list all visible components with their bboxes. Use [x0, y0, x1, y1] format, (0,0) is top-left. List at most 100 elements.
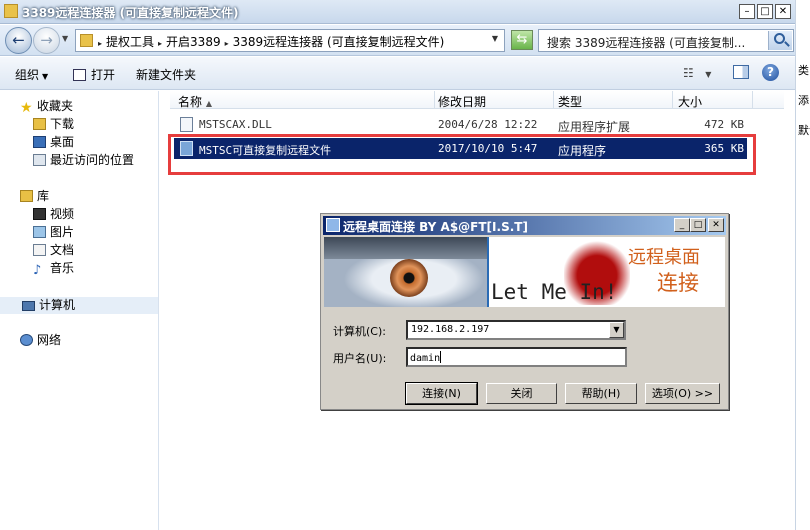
close-dialog-button[interactable]: 关闭 [486, 383, 557, 404]
recent-pages-dropdown[interactable]: ▼ [62, 34, 68, 43]
dialog-title: 远程桌面连接 BY A$@FT[I.S.T] [343, 220, 528, 234]
column-headers: 名称 ▲ 修改日期 类型 大小 [170, 91, 784, 109]
star-icon: ★ [20, 100, 33, 116]
breadcrumb-item[interactable]: 开启3389 [166, 35, 221, 49]
views-button[interactable]: ☷ ▼ [683, 66, 711, 80]
nav-item-label: 视频 [50, 207, 75, 221]
nav-favorites[interactable]: ★ 收藏夹 [20, 98, 74, 116]
banner-title-line1: 远程桌面 [628, 247, 700, 268]
nav-item-label: 桌面 [50, 135, 75, 149]
computer-icon [22, 299, 35, 311]
breadcrumb-item[interactable]: 提权工具 [106, 35, 154, 49]
banner-title-line2: 连接 [657, 271, 699, 295]
dialog-banner: Let Me In! 远程桌面 连接 [324, 237, 725, 307]
background-window-edge: 类 添 默认 [795, 0, 810, 530]
background-text: 默认 [798, 124, 810, 137]
computer-value: 192.168.2.197 [411, 324, 490, 335]
folder-icon [4, 4, 18, 18]
connect-button[interactable]: 连接(N) [405, 382, 478, 405]
username-label: 用户名(U): [333, 352, 387, 365]
nav-item-label: 音乐 [50, 261, 75, 275]
nav-item-desktop[interactable]: 桌面 [33, 134, 74, 151]
chevron-down-icon[interactable]: ▼ [609, 322, 624, 338]
nav-item-downloads[interactable]: 下载 [33, 116, 74, 133]
nav-computer-label: 计算机 [39, 298, 76, 312]
options-button[interactable]: 选项(O) >> [645, 383, 720, 404]
help-dialog-button[interactable]: 帮助(H) [565, 383, 637, 404]
nav-libraries[interactable]: 库 [20, 188, 49, 205]
nav-computer[interactable]: 计算机 [0, 297, 158, 314]
dialog-close-button[interactable]: ✕ [708, 218, 724, 232]
nav-item-recent[interactable]: 最近访问的位置 [33, 152, 134, 169]
column-name-label: 名称 [178, 95, 203, 109]
preview-pane-button[interactable] [733, 65, 749, 79]
search-button[interactable] [768, 31, 792, 50]
refresh-icon: ⇆ [516, 32, 528, 47]
organize-label: 组织 [15, 68, 40, 82]
text-caret [440, 351, 442, 363]
nav-network[interactable]: 网络 [20, 332, 61, 349]
username-value: damin [410, 353, 441, 364]
breadcrumb-separator: ▸ [98, 39, 103, 48]
column-divider[interactable] [553, 91, 554, 109]
file-size: 472 KB [704, 118, 744, 131]
username-input[interactable]: damin [406, 347, 627, 367]
back-button[interactable]: ← [5, 27, 32, 54]
help-button[interactable]: ? [762, 64, 779, 81]
search-placeholder: 搜索 3389远程连接器 (可直接复制... [547, 36, 746, 50]
address-dropdown-icon[interactable]: ▼ [492, 34, 498, 43]
nav-item-videos[interactable]: 视频 [33, 206, 74, 223]
open-button[interactable]: 打开 [73, 66, 115, 83]
chevron-down-icon: ▼ [705, 70, 712, 79]
column-type-header[interactable]: 类型 [558, 93, 582, 110]
dll-file-icon [180, 117, 193, 132]
new-folder-button[interactable]: 新建文件夹 [136, 66, 196, 83]
column-size-header[interactable]: 大小 [678, 93, 702, 110]
column-modified-header[interactable]: 修改日期 [438, 93, 486, 110]
nav-item-music[interactable]: ♪ 音乐 [33, 260, 75, 278]
column-divider[interactable] [434, 91, 435, 109]
folder-icon [80, 34, 93, 47]
back-arrow-icon: ← [12, 31, 25, 49]
computer-combobox[interactable]: 192.168.2.197 ▼ [406, 320, 626, 340]
forward-arrow-icon: → [40, 31, 53, 49]
search-input[interactable]: 搜索 3389远程连接器 (可直接复制... [538, 29, 794, 52]
eye-image [324, 237, 487, 307]
dialog-maximize-button[interactable]: □ [690, 218, 706, 232]
nav-network-label: 网络 [37, 333, 62, 347]
network-icon [20, 334, 33, 346]
refresh-button[interactable]: ⇆ [511, 30, 533, 50]
computer-label: 计算机(C): [333, 325, 386, 338]
breadcrumb-separator: ▸ [224, 39, 229, 48]
nav-item-documents[interactable]: 文档 [33, 242, 74, 259]
help-icon: ? [767, 65, 774, 79]
dialog-title-bar: 远程桌面连接 BY A$@FT[I.S.T] _ □ ✕ [323, 216, 726, 235]
file-name: MSTSCAX.DLL [199, 118, 272, 131]
column-divider[interactable] [672, 91, 673, 109]
document-icon [33, 244, 46, 256]
nav-item-pictures[interactable]: 图片 [33, 224, 74, 241]
file-modified: 2004/6/28 12:22 [438, 118, 538, 131]
video-icon [33, 208, 46, 220]
nav-item-label: 图片 [50, 225, 75, 239]
column-divider[interactable] [752, 91, 753, 109]
nav-favorites-label: 收藏夹 [37, 99, 74, 113]
nav-item-label: 下载 [50, 117, 75, 131]
breadcrumb-item[interactable]: 3389远程连接器 (可直接复制远程文件) [233, 35, 445, 49]
breadcrumb: ▸ 提权工具 ▸ 开启3389 ▸ 3389远程连接器 (可直接复制远程文件) [98, 33, 448, 50]
dialog-minimize-button[interactable]: _ [674, 218, 690, 232]
banner-divider [487, 237, 489, 307]
file-row[interactable]: MSTSCAX.DLL 2004/6/28 12:22 应用程序扩展 472 K… [174, 114, 747, 135]
music-note-icon: ♪ [33, 263, 42, 278]
desktop-icon [33, 136, 46, 148]
organize-button[interactable]: 组织 ▼ [15, 66, 48, 83]
forward-button[interactable]: → [33, 27, 60, 54]
address-box[interactable]: ▸ 提权工具 ▸ 开启3389 ▸ 3389远程连接器 (可直接复制远程文件) ▼ [75, 29, 505, 52]
minimize-button[interactable]: – [739, 4, 755, 19]
eyelid-shading [324, 237, 487, 259]
close-button[interactable]: ✕ [775, 4, 791, 19]
column-name-header[interactable]: 名称 ▲ [178, 93, 212, 110]
library-icon [20, 190, 33, 202]
annotation-highlight-box [168, 134, 756, 175]
maximize-button[interactable]: □ [757, 4, 773, 19]
